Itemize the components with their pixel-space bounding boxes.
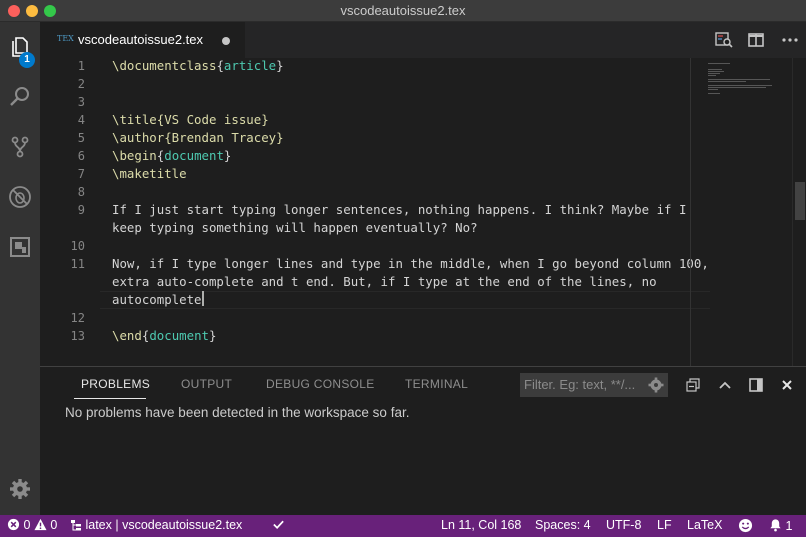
- unsaved-dot-icon[interactable]: [222, 37, 230, 45]
- editor-tab-strip: TEX vscodeautoissue2.tex: [40, 22, 806, 58]
- tab-output[interactable]: OUTPUT: [181, 377, 232, 391]
- search-button[interactable]: [0, 77, 40, 117]
- encoding-status[interactable]: UTF-8: [606, 518, 641, 532]
- debug-button[interactable]: [0, 177, 40, 217]
- status-bar: 0 0 latex | vscodeautoissue2.tex Ln 11, …: [0, 515, 806, 537]
- notification-count: 1: [785, 519, 793, 533]
- activity-bar: 1: [0, 22, 40, 515]
- problems-status[interactable]: 0 0: [7, 518, 57, 532]
- debug-icon: [9, 186, 31, 208]
- code-line-wrapped: extra auto-complete and t end. But, if I…: [112, 274, 657, 289]
- line-number: 7: [77, 167, 85, 181]
- gear-icon: [10, 479, 30, 499]
- code-line: If I just start typing longer sentences,…: [112, 202, 687, 217]
- text-cursor: [201, 291, 204, 306]
- warning-count: 0: [50, 518, 58, 532]
- split-editor-button[interactable]: [746, 30, 766, 50]
- folder-tree-icon: [71, 520, 81, 531]
- panel-layout-icon: [749, 378, 763, 392]
- chevron-up-icon: [719, 381, 731, 389]
- source-control-icon: [11, 136, 29, 158]
- tab-problems[interactable]: PROBLEMS: [81, 377, 150, 391]
- bottom-panel: PROBLEMS OUTPUT DEBUG CONSOLE TERMINAL F…: [40, 366, 806, 515]
- line-number: 10: [70, 239, 85, 253]
- line-number: 9: [77, 203, 85, 217]
- code-line: \maketitle: [112, 166, 187, 181]
- tab-terminal[interactable]: TERMINAL: [405, 377, 468, 391]
- minimap[interactable]: [692, 58, 792, 366]
- line-number: 13: [70, 329, 85, 343]
- indentation-status[interactable]: Spaces: 4: [535, 518, 591, 532]
- code-line: Now, if I type longer lines and type in …: [112, 256, 709, 271]
- toggle-panel-position-button[interactable]: [748, 377, 764, 393]
- warning-icon: [34, 518, 47, 531]
- explorer-badge: 1: [19, 52, 35, 68]
- line-number: 1: [77, 59, 85, 73]
- close-icon: [782, 380, 792, 390]
- collapse-all-icon: [686, 378, 700, 392]
- editor-scrollbar[interactable]: [792, 58, 806, 366]
- problems-message: No problems have been detected in the wo…: [65, 405, 410, 420]
- build-check-icon[interactable]: [272, 518, 285, 532]
- notifications-bell-icon[interactable]: 1: [769, 518, 792, 533]
- filter-settings-icon[interactable]: [647, 376, 665, 394]
- tex-file-icon: TEX: [57, 34, 74, 43]
- language-mode[interactable]: LaTeX: [687, 518, 722, 532]
- collapse-all-button[interactable]: [685, 377, 701, 393]
- cursor-position[interactable]: Ln 11, Col 168: [441, 518, 521, 532]
- extensions-button[interactable]: [0, 227, 40, 267]
- split-editor-icon: [748, 33, 764, 47]
- minimap-shadow: [690, 58, 691, 366]
- line-number: 6: [77, 149, 85, 163]
- source-control-button[interactable]: [0, 127, 40, 167]
- error-count: 0: [23, 518, 31, 532]
- tab-title: vscodeautoissue2.tex: [78, 32, 204, 47]
- preview-button[interactable]: [714, 30, 734, 50]
- code-line-wrapped: autocomplete: [112, 291, 204, 307]
- latex-project-status[interactable]: latex | vscodeautoissue2.tex: [70, 518, 242, 532]
- search-icon: [10, 87, 29, 106]
- tab-vscodeautoissue2[interactable]: TEX vscodeautoissue2.tex: [40, 22, 245, 58]
- line-number: 12: [70, 311, 85, 325]
- code-line-wrapped: keep typing something will happen eventu…: [112, 220, 478, 235]
- line-number: 3: [77, 95, 85, 109]
- line-number: 5: [77, 131, 85, 145]
- code-line: \end{document}: [112, 328, 217, 343]
- eol-status[interactable]: LF: [657, 518, 672, 532]
- preview-search-icon: [715, 32, 733, 48]
- line-number: 4: [77, 113, 85, 127]
- scrollbar-thumb[interactable]: [795, 182, 805, 220]
- problems-filter-input[interactable]: Filter. Eg: text, **/...: [520, 373, 668, 397]
- line-number: 8: [77, 185, 85, 199]
- active-tab-indicator: [74, 398, 146, 399]
- tab-debug-console[interactable]: DEBUG CONSOLE: [266, 377, 375, 391]
- ellipsis-icon: [782, 38, 798, 42]
- extensions-icon: [10, 237, 30, 257]
- editor-area[interactable]: 1 2 3 4 5 6 7 8 9 10 11 12 13 \documentc…: [40, 58, 806, 366]
- explorer-button[interactable]: 1: [0, 27, 40, 68]
- error-icon: [7, 518, 20, 531]
- line-number: 11: [70, 257, 85, 271]
- code-line: \author{Brendan Tracey}: [112, 130, 284, 145]
- window-title: vscodeautoissue2.tex: [340, 3, 466, 18]
- feedback-smiley-icon[interactable]: [738, 518, 753, 534]
- maximize-panel-button[interactable]: [717, 377, 733, 393]
- close-panel-button[interactable]: [779, 377, 795, 393]
- line-number: 2: [77, 77, 85, 91]
- code-line: \title{VS Code issue}: [112, 112, 269, 127]
- code-line: \begin{document}: [112, 148, 232, 163]
- manage-button[interactable]: [0, 469, 40, 509]
- title-bar: vscodeautoissue2.tex: [0, 0, 806, 22]
- code-line: \documentclass{article}: [112, 58, 284, 73]
- more-actions-button[interactable]: [780, 30, 800, 50]
